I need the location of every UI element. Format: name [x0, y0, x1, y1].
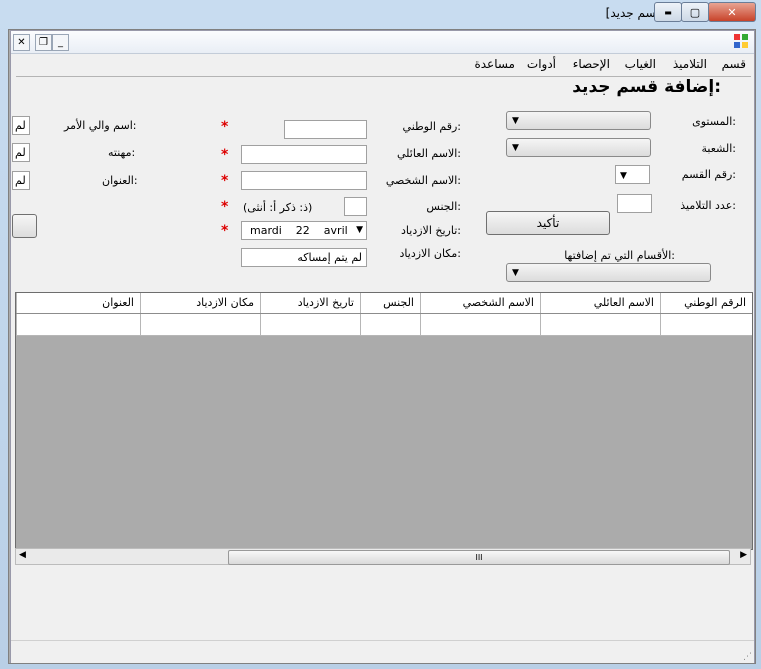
scroll-right-icon[interactable]: ▶: [740, 550, 747, 560]
menu-item-class[interactable]: قسم: [722, 57, 746, 71]
status-bar: ⋰: [11, 640, 754, 663]
column-header-national-id[interactable]: الرقم الوطني: [660, 293, 752, 313]
minimize-icon: ▬: [664, 7, 672, 17]
first-name-label: الاسم الشخصي:: [385, 174, 461, 187]
students-grid[interactable]: الرقم الوطني الاسم العائلي الاسم الشخصي …: [15, 292, 753, 550]
family-name-input[interactable]: [241, 145, 367, 164]
national-id-input[interactable]: [284, 120, 367, 139]
column-header-address[interactable]: العنوان: [16, 293, 140, 313]
scroll-thumb[interactable]: III: [228, 550, 730, 565]
menu-item-students[interactable]: التلاميذ: [673, 57, 707, 71]
maximize-icon: ▢: [689, 5, 701, 19]
grid-header: الرقم الوطني الاسم العائلي الاسم الشخصي …: [16, 293, 752, 314]
table-cell[interactable]: [420, 314, 540, 335]
child-minimize-button[interactable]: _: [52, 34, 69, 51]
child-restore-button[interactable]: ❐: [35, 34, 52, 51]
menu-item-help[interactable]: مساعدة: [474, 57, 515, 71]
student-count-input[interactable]: [617, 194, 652, 213]
dropdown-arrow-icon: ▼: [512, 143, 519, 153]
required-mark: *: [221, 173, 229, 189]
menu-item-statistics[interactable]: الإحصاء: [573, 57, 610, 71]
column-header-birth-date[interactable]: تاريخ الازدياد: [260, 293, 360, 313]
birth-date-label: تاريخ الازدياد:: [401, 224, 461, 237]
child-titlebar: ✕ ❐ _: [11, 31, 754, 54]
guardian-label: اسم والي الأمر:: [64, 119, 137, 132]
column-header-gender[interactable]: الجنس: [360, 293, 420, 313]
confirm-button[interactable]: تأكيد: [486, 211, 610, 235]
added-classes-select[interactable]: ▼: [506, 263, 711, 282]
table-row[interactable]: [16, 314, 752, 336]
dropdown-arrow-icon: ▼: [356, 225, 363, 235]
column-header-family-name[interactable]: الاسم العائلي: [540, 293, 660, 313]
table-cell[interactable]: [16, 314, 140, 335]
profession-label: مهنته:: [108, 146, 136, 159]
required-mark: *: [221, 147, 229, 163]
table-cell[interactable]: [540, 314, 660, 335]
level-select[interactable]: ▼: [506, 111, 651, 130]
national-id-label: رقم الوطني:: [402, 120, 461, 133]
form-panel: إضافة قسم جديد: المستوى: ▼ الشعبة: ▼ رقم…: [12, 76, 751, 285]
gender-hint: (ذ: ذكر أ: أنثى): [243, 201, 313, 214]
scroll-left-icon[interactable]: ◀: [19, 550, 26, 560]
minimize-button[interactable]: ▬: [654, 2, 682, 22]
branch-select[interactable]: ▼: [506, 138, 651, 157]
maximize-button[interactable]: ▢: [681, 2, 709, 22]
level-label: المستوى:: [692, 115, 736, 128]
page-title: إضافة قسم جديد:: [572, 77, 721, 97]
birth-date-picker[interactable]: mardi 22 avril ▼: [241, 221, 367, 240]
child-close-button[interactable]: ✕: [13, 34, 30, 51]
required-mark: *: [221, 199, 229, 215]
grip-icon: III: [475, 553, 483, 562]
menu-item-tools[interactable]: أدوات: [527, 57, 556, 71]
table-cell[interactable]: [660, 314, 752, 335]
profession-input[interactable]: لم: [12, 143, 30, 162]
table-cell[interactable]: [140, 314, 260, 335]
menu-bar: قسم التلاميذ الغياب الإحصاء أدوات مساعدة: [11, 54, 754, 74]
required-mark: *: [221, 119, 229, 135]
child-window: ✕ ❐ _ قسم التلاميذ الغياب الإحصاء أدوات …: [10, 30, 755, 663]
class-number-select[interactable]: ▼: [615, 165, 650, 184]
horizontal-scrollbar[interactable]: ◀ III ▶: [15, 548, 751, 565]
class-number-label: رقم القسم:: [681, 168, 736, 181]
menu-item-absence[interactable]: الغياب: [625, 57, 656, 71]
resize-grip-icon[interactable]: ⋰: [743, 652, 752, 662]
required-mark: *: [221, 223, 229, 239]
address-label: العنوان:: [102, 174, 138, 187]
gender-input[interactable]: [344, 197, 367, 216]
birth-place-label: مكان الازدياد:: [399, 247, 461, 260]
gender-label: الجنس:: [426, 200, 461, 213]
birth-place-input[interactable]: لم يتم إمساكه: [241, 248, 367, 267]
table-cell[interactable]: [360, 314, 420, 335]
student-count-label: عدد التلاميذ:: [680, 199, 736, 212]
branch-label: الشعبة:: [701, 142, 736, 155]
birth-date-value: mardi 22 avril: [250, 224, 348, 237]
restore-icon: ❐: [39, 37, 48, 48]
form-icon: [734, 34, 748, 48]
column-header-first-name[interactable]: الاسم الشخصي: [420, 293, 540, 313]
minimize-icon: _: [58, 37, 63, 48]
dropdown-arrow-icon: ▼: [512, 116, 519, 126]
column-header-birth-place[interactable]: مكان الازدياد: [140, 293, 260, 313]
added-classes-label: الأقسام التي تم إضافتها:: [564, 249, 675, 262]
address-input[interactable]: لم: [12, 171, 30, 190]
first-name-input[interactable]: [241, 171, 367, 190]
dropdown-arrow-icon: ▼: [620, 171, 627, 181]
close-icon: ✕: [17, 37, 26, 48]
table-cell[interactable]: [260, 314, 360, 335]
close-icon: ✕: [727, 5, 737, 19]
add-student-button[interactable]: [12, 214, 37, 238]
guardian-input[interactable]: لم: [12, 116, 30, 135]
family-name-label: الاسم العائلي:: [396, 147, 461, 160]
dropdown-arrow-icon: ▼: [512, 268, 519, 278]
close-button[interactable]: ✕: [708, 2, 756, 22]
